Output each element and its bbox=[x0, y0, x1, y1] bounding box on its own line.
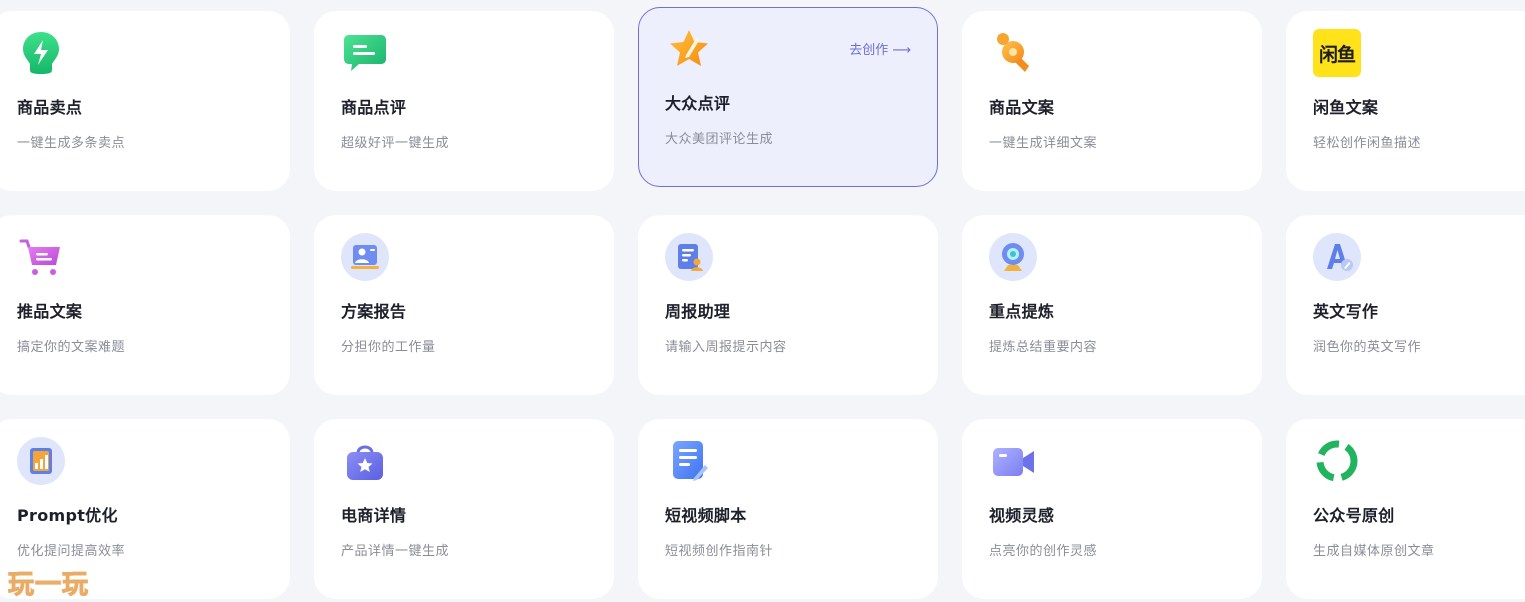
card-description: 点亮你的创作灵感 bbox=[989, 544, 1098, 559]
lightning-bulb-icon bbox=[16, 28, 66, 78]
letter-a-pen-icon bbox=[1312, 232, 1362, 282]
card-description: 大众美团评论生成 bbox=[665, 132, 774, 147]
document-edit-icon bbox=[664, 436, 714, 486]
card-title: 视频灵感 bbox=[989, 506, 1055, 525]
card-description: 润色你的英文写作 bbox=[1313, 340, 1422, 355]
xianyu-logo-text: 闲鱼 bbox=[1313, 29, 1361, 77]
rocket-icon bbox=[988, 28, 1038, 78]
card-description: 超级好评一键生成 bbox=[341, 136, 450, 151]
chat-bubble-icon bbox=[340, 28, 390, 78]
card-description: 生成自媒体原创文章 bbox=[1313, 544, 1435, 559]
card-title: 推品文案 bbox=[17, 302, 83, 321]
card-description: 一键生成多条卖点 bbox=[17, 136, 126, 151]
card-description: 提炼总结重要内容 bbox=[989, 340, 1098, 355]
card-title: 商品点评 bbox=[341, 98, 407, 117]
card-ecommerce-details[interactable]: 电商详情 产品详情一键生成 bbox=[314, 419, 614, 599]
card-title: 短视频脚本 bbox=[665, 506, 747, 525]
weekly-report-icon bbox=[664, 232, 714, 282]
card-product-selling-points[interactable]: 商品卖点 一键生成多条卖点 bbox=[0, 11, 290, 191]
card-description: 一键生成详细文案 bbox=[989, 136, 1098, 151]
card-description: 产品详情一键生成 bbox=[341, 544, 450, 559]
card-title: 重点提炼 bbox=[989, 302, 1055, 321]
card-title: 大众点评 bbox=[665, 94, 731, 113]
card-xianyu-copywriting[interactable]: 闲鱼 闲鱼文案 轻松创作闲鱼描述 bbox=[1286, 11, 1525, 191]
card-key-point-extraction[interactable]: 重点提炼 提炼总结重要内容 bbox=[962, 215, 1262, 395]
card-english-writing[interactable]: 英文写作 润色你的英文写作 bbox=[1286, 215, 1525, 395]
card-title: 闲鱼文案 bbox=[1313, 98, 1379, 117]
card-weekly-report-assistant[interactable]: 周报助理 请输入周报提示内容 bbox=[638, 215, 938, 395]
card-short-video-script[interactable]: 短视频脚本 短视频创作指南针 bbox=[638, 419, 938, 599]
xianyu-logo-icon: 闲鱼 bbox=[1312, 28, 1362, 78]
shopping-bag-star-icon bbox=[340, 436, 390, 486]
card-title: 公众号原创 bbox=[1313, 506, 1395, 525]
tool-card-grid: 商品卖点 一键生成多条卖点 商品点评 超级好评一键生成 去创作 ⟶ 大众点评 大… bbox=[0, 7, 1525, 599]
card-title: 电商详情 bbox=[341, 506, 407, 525]
card-description: 请输入周报提示内容 bbox=[665, 340, 787, 355]
wechat-official-account-icon bbox=[1312, 436, 1362, 486]
card-dianping-review[interactable]: 去创作 ⟶ 大众点评 大众美团评论生成 bbox=[638, 7, 938, 187]
card-title: 商品文案 bbox=[989, 98, 1055, 117]
card-promo-copywriting[interactable]: 推品文案 搞定你的文案难题 bbox=[0, 215, 290, 395]
go-create-link[interactable]: 去创作 ⟶ bbox=[849, 39, 911, 58]
card-title: 英文写作 bbox=[1313, 302, 1379, 321]
card-description: 短视频创作指南针 bbox=[665, 544, 774, 559]
watermark-text: 玩一玩 bbox=[7, 570, 90, 601]
card-description: 搞定你的文案难题 bbox=[17, 340, 126, 355]
card-video-inspiration[interactable]: 视频灵感 点亮你的创作灵感 bbox=[962, 419, 1262, 599]
card-title: 方案报告 bbox=[341, 302, 407, 321]
card-title: Prompt优化 bbox=[17, 506, 118, 525]
presentation-report-icon bbox=[340, 232, 390, 282]
webcam-icon bbox=[988, 232, 1038, 282]
card-title: 商品卖点 bbox=[17, 98, 83, 117]
card-title: 周报助理 bbox=[665, 302, 731, 321]
card-description: 轻松创作闲鱼描述 bbox=[1313, 136, 1422, 151]
card-description: 分担你的工作量 bbox=[341, 340, 436, 355]
shopping-cart-icon bbox=[16, 232, 66, 282]
card-product-review[interactable]: 商品点评 超级好评一键生成 bbox=[314, 11, 614, 191]
card-description: 优化提问提高效率 bbox=[17, 544, 126, 559]
video-camera-icon bbox=[988, 436, 1038, 486]
card-product-copywriting[interactable]: 商品文案 一键生成详细文案 bbox=[962, 11, 1262, 191]
card-proposal-report[interactable]: 方案报告 分担你的工作量 bbox=[314, 215, 614, 395]
star-pen-icon bbox=[664, 24, 714, 74]
card-official-account-original[interactable]: 公众号原创 生成自媒体原创文章 bbox=[1286, 419, 1525, 599]
chart-clipboard-icon bbox=[16, 436, 66, 486]
